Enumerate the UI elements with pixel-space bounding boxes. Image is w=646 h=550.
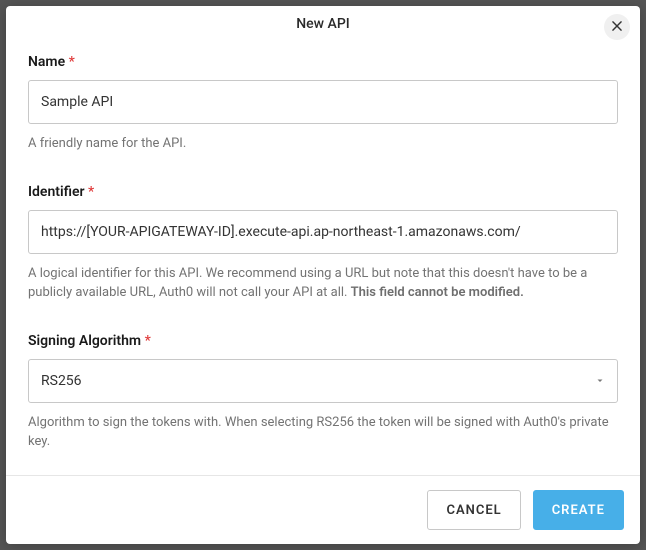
identifier-input[interactable]: [28, 210, 618, 254]
create-button[interactable]: CREATE: [533, 490, 624, 530]
identifier-help-text: A logical identifier for this API. We re…: [28, 264, 618, 303]
required-marker: *: [145, 333, 151, 349]
modal-header: New API: [6, 6, 640, 38]
close-icon: [610, 19, 624, 36]
name-label: Name *: [28, 54, 618, 70]
close-button[interactable]: [604, 14, 630, 40]
signing-algorithm-label: Signing Algorithm *: [28, 333, 618, 349]
modal-title: New API: [22, 16, 624, 32]
signing-algorithm-select[interactable]: RS256: [28, 359, 618, 403]
name-label-text: Name: [28, 54, 65, 70]
name-help-text: A friendly name for the API.: [28, 134, 618, 154]
signing-algorithm-select-wrap: RS256: [28, 359, 618, 403]
required-marker: *: [88, 184, 94, 200]
identifier-group: Identifier * A logical identifier for th…: [28, 184, 618, 303]
identifier-help-bold: This field cannot be modified.: [351, 285, 524, 300]
name-group: Name * A friendly name for the API.: [28, 54, 618, 154]
signing-algorithm-group: Signing Algorithm * RS256 Algorithm to s…: [28, 333, 618, 452]
name-input[interactable]: [28, 80, 618, 124]
cancel-button[interactable]: CANCEL: [427, 490, 520, 530]
new-api-modal: New API Name * A friendly name for the A…: [6, 6, 640, 544]
identifier-label: Identifier *: [28, 184, 618, 200]
signing-algorithm-label-text: Signing Algorithm: [28, 333, 141, 349]
signing-algorithm-help-text: Algorithm to sign the tokens with. When …: [28, 413, 618, 452]
modal-footer: CANCEL CREATE: [6, 475, 640, 544]
identifier-label-text: Identifier: [28, 184, 85, 200]
modal-body: Name * A friendly name for the API. Iden…: [6, 38, 640, 475]
required-marker: *: [69, 54, 75, 70]
